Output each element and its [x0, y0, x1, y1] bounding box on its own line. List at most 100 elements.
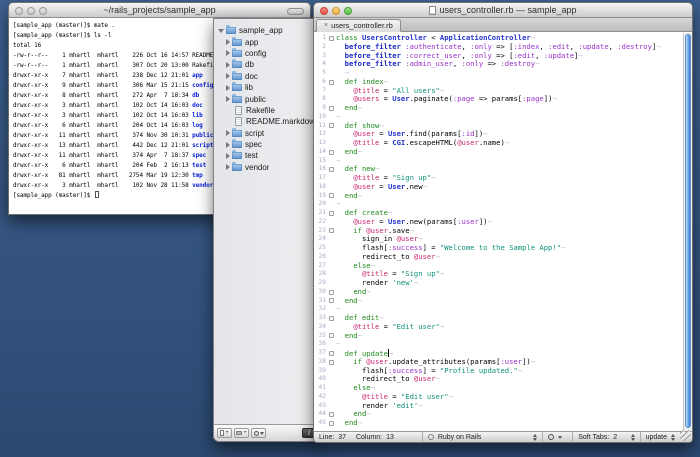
disclosure-triangle-icon[interactable]	[226, 73, 230, 80]
fold-marker[interactable]	[329, 35, 334, 41]
fold-marker[interactable]	[329, 298, 334, 304]
line-number: 4	[322, 60, 326, 68]
symbol-stepper[interactable]	[670, 433, 675, 441]
tab-users-controller[interactable]: × users_controller.rb	[316, 19, 401, 32]
code-line[interactable]: 30 end¬	[314, 287, 692, 297]
line-number: 37	[318, 349, 326, 356]
action-menu-button[interactable]	[251, 428, 266, 438]
tree-item-readme-markdown[interactable]: README.markdown	[214, 116, 319, 127]
line-number: 19	[318, 191, 326, 199]
code-line[interactable]: 13 @title = CGI.escapeHTML(@user.name)¬	[314, 138, 692, 148]
fold-marker[interactable]	[329, 350, 334, 356]
bundle-actions[interactable]	[543, 432, 574, 442]
fold-marker[interactable]	[329, 289, 334, 295]
disclosure-triangle-icon[interactable]	[226, 96, 230, 103]
invisible-newline-char: ¬	[439, 85, 445, 95]
code-line[interactable]: 4 before_filter :admin_user, :only => :d…	[314, 59, 692, 69]
code-line[interactable]: 19 end¬	[314, 191, 692, 201]
tree-item-test[interactable]: test	[214, 150, 319, 161]
project-drawer: sample_app app config db doc lib public Rakefil…	[213, 18, 320, 442]
code-line[interactable]: 18 @user = User.new¬	[314, 181, 692, 192]
fold-marker[interactable]	[329, 105, 334, 111]
disclosure-triangle-icon[interactable]	[226, 141, 230, 148]
fold-marker[interactable]	[329, 149, 334, 155]
disclosure-triangle-icon[interactable]	[226, 152, 230, 159]
resize-grip[interactable]	[680, 430, 691, 441]
language-stepper[interactable]	[533, 433, 538, 441]
disclosure-triangle-icon[interactable]	[226, 130, 230, 137]
minimize-button[interactable]	[332, 7, 340, 15]
disclosure-triangle-icon[interactable]	[226, 50, 230, 57]
file-icon	[235, 105, 242, 115]
zoom-button[interactable]	[39, 7, 47, 15]
fold-marker[interactable]	[329, 193, 334, 199]
tree-item-rakefile[interactable]: Rakefile	[214, 105, 319, 116]
fold-marker[interactable]	[329, 315, 334, 321]
code-line[interactable]: 14 end¬	[314, 147, 692, 157]
invisible-newline-char: ¬	[422, 181, 427, 191]
fold-marker[interactable]	[329, 359, 334, 365]
invisible-newline-char: ¬	[418, 234, 423, 244]
invisible-newline-char: ¬	[435, 374, 440, 384]
tree-item-sample-app[interactable]: sample_app	[214, 25, 319, 36]
fold-marker[interactable]	[329, 167, 334, 173]
tree-item-script[interactable]: script	[214, 127, 319, 139]
tree-item-doc[interactable]: doc	[214, 70, 319, 82]
fold-marker[interactable]	[329, 228, 334, 234]
fold-marker[interactable]	[329, 420, 334, 426]
disclosure-triangle-icon[interactable]	[226, 84, 230, 91]
fold-marker[interactable]	[329, 333, 334, 339]
fold-marker[interactable]	[329, 123, 334, 129]
tree-item-spec[interactable]: spec	[214, 139, 319, 150]
terminal-titlebar[interactable]: ~/rails_projects/sample_app	[8, 2, 311, 18]
soft-tabs-stepper[interactable]	[630, 433, 635, 441]
invisible-newline-char: ¬	[439, 269, 445, 279]
disclosure-triangle-icon[interactable]	[218, 29, 224, 34]
disclosure-triangle-icon[interactable]	[226, 164, 230, 171]
code-line[interactable]: 34 @title = "Edit user"¬	[314, 322, 692, 332]
tree-item-vendor[interactable]: vendor	[214, 161, 319, 173]
disclosure-triangle-icon[interactable]	[226, 39, 230, 46]
disclosure-triangle-icon[interactable]	[226, 61, 230, 68]
language-selector[interactable]: Ruby on Rails	[423, 432, 544, 442]
scrollbar-thumb[interactable]	[685, 34, 691, 428]
line-number: 32	[318, 305, 326, 313]
code-line[interactable]: 36 ¬	[314, 339, 692, 349]
fold-marker[interactable]	[329, 210, 334, 216]
new-folder-button[interactable]: +	[234, 428, 249, 438]
zoom-button[interactable]	[344, 7, 352, 15]
line-number: 18	[318, 182, 326, 190]
close-button[interactable]	[15, 7, 23, 15]
tree-item-db[interactable]: db	[214, 59, 319, 70]
code-line[interactable]: 45 end¬	[314, 418, 692, 428]
fold-marker[interactable]	[329, 412, 334, 418]
minimize-button[interactable]	[27, 7, 35, 15]
tree-item-lib[interactable]: lib	[214, 82, 319, 93]
scrollbar-track[interactable]	[683, 33, 692, 430]
new-file-button[interactable]: +	[217, 428, 232, 438]
code-line[interactable]: 31 end¬	[314, 296, 692, 306]
textmate-window: users_controller.rb — sample_app × users…	[313, 2, 693, 443]
tree-item-label: public	[245, 94, 266, 104]
soft-tabs-selector[interactable]: Soft Tabs: 2	[573, 432, 641, 442]
close-button[interactable]	[320, 7, 328, 15]
toolbar-pill-button[interactable]	[287, 8, 304, 15]
invisible-newline-char: ¬	[357, 418, 362, 427]
code-line[interactable]: 9 end¬	[314, 103, 692, 113]
chevron-down-icon	[259, 431, 264, 435]
textmate-titlebar[interactable]: users_controller.rb — sample_app	[313, 2, 693, 18]
tab-close-icon[interactable]: ×	[324, 22, 328, 29]
fold-marker[interactable]	[329, 79, 334, 85]
tree-item-app[interactable]: app	[214, 36, 319, 47]
code-line[interactable]: 8 @users = User.paginate(:page => params…	[314, 94, 692, 104]
tree-item-config[interactable]: config	[214, 47, 319, 59]
tree-item-public[interactable]: public	[214, 93, 319, 104]
directory-name: config	[192, 82, 214, 89]
directory-name: public	[192, 132, 214, 139]
code-line[interactable]: 44 end¬	[314, 409, 692, 419]
invisible-newline-char: ¬	[370, 383, 375, 392]
folder-icon	[232, 47, 242, 57]
code-line[interactable]: 35 end¬	[314, 331, 692, 341]
line-number: 27	[318, 261, 326, 269]
document-icon	[429, 5, 437, 15]
